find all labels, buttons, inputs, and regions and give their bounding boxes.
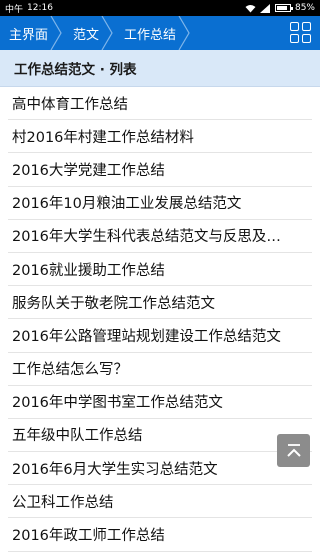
list-item[interactable]: 2016年公路管理站规划建设工作总结范文 [8,319,312,353]
list-item[interactable]: 2016大学党建工作总结 [8,153,312,187]
list-item-title: 2016年中学图书室工作总结范文 [12,395,223,412]
wifi-icon [245,4,256,12]
list-item[interactable]: 工作总结怎么写？ [8,353,312,386]
list-item[interactable]: 2016年中学图书室工作总结范文 [8,386,312,419]
list-item[interactable]: 2016年大学生科代表总结范文与反思及… [8,220,312,253]
status-bar: 中午 12:16 85% [0,0,320,16]
chevron-right-icon [50,16,62,50]
list-item-title: 服务队关于敬老院工作总结范文 [12,295,215,312]
list-item[interactable]: 服务队关于敬老院工作总结范文 [8,286,312,320]
list-item[interactable]: 2016就业援助工作总结 [8,253,312,287]
list-item-title: 2016年政工师工作总结 [12,528,165,545]
chevron-right-icon [178,16,190,50]
list-item-title: 高中体育工作总结 [12,96,128,113]
clock: 12:16 [27,3,53,13]
list-item[interactable]: 高中体育工作总结 [8,87,312,121]
section-title: 工作总结范文 · 列表 [0,50,320,87]
list-item-title: 2016年公路管理站规划建设工作总结范文 [12,328,281,345]
list-item-title: 公卫科工作总结 [12,494,114,511]
list-item-title: 2016年6月大学生实习总结范文 [12,461,218,478]
article-list: 高中体育工作总结 村2016年村建工作总结材料 2016大学党建工作总结 201… [0,87,320,552]
chevron-right-icon [101,16,113,50]
battery-icon [274,4,293,12]
list-item[interactable]: 2016年6月大学生实习总结范文 [8,452,312,486]
section-title-text: 工作总结范文 · 列表 [14,62,137,78]
list-item[interactable]: 五年级中队工作总结 [8,419,312,453]
signal-icon [259,3,270,13]
list-item-title: 2016年10月粮油工业发展总结范文 [12,196,242,213]
breadcrumb-home[interactable]: 主界面 [0,16,62,50]
breadcrumb-current[interactable]: 工作总结 [115,16,190,50]
list-item-title: 2016就业援助工作总结 [12,262,165,279]
breadcrumb-label: 工作总结 [124,27,177,43]
battery-percent: 85% [294,3,315,13]
breadcrumb-fanwen[interactable]: 范文 [64,16,113,50]
grid-icon[interactable] [290,22,312,44]
list-item-title: 五年级中队工作总结 [12,428,143,445]
back-to-top-icon [286,443,301,457]
list-item-title: 2016大学党建工作总结 [12,162,165,179]
list-item-title: 工作总结怎么写？ [12,362,128,379]
list-item[interactable]: 公卫科工作总结 [8,485,312,519]
list-item[interactable]: 村2016年村建工作总结材料 [8,120,312,154]
carrier-label: 中午 [5,4,24,15]
back-to-top-button[interactable] [277,434,310,467]
list-item[interactable]: 2016年政工师工作总结 [8,518,312,552]
list-item-title: 村2016年村建工作总结材料 [12,129,194,146]
breadcrumb-label: 主界面 [9,27,49,43]
list-item[interactable]: 2016年10月粮油工业发展总结范文 [8,187,312,220]
breadcrumb-label: 范文 [73,27,100,43]
list-item-title: 2016年大学生科代表总结范文与反思及… [12,229,281,246]
breadcrumb: 主界面 范文 工作总结 [0,16,320,50]
